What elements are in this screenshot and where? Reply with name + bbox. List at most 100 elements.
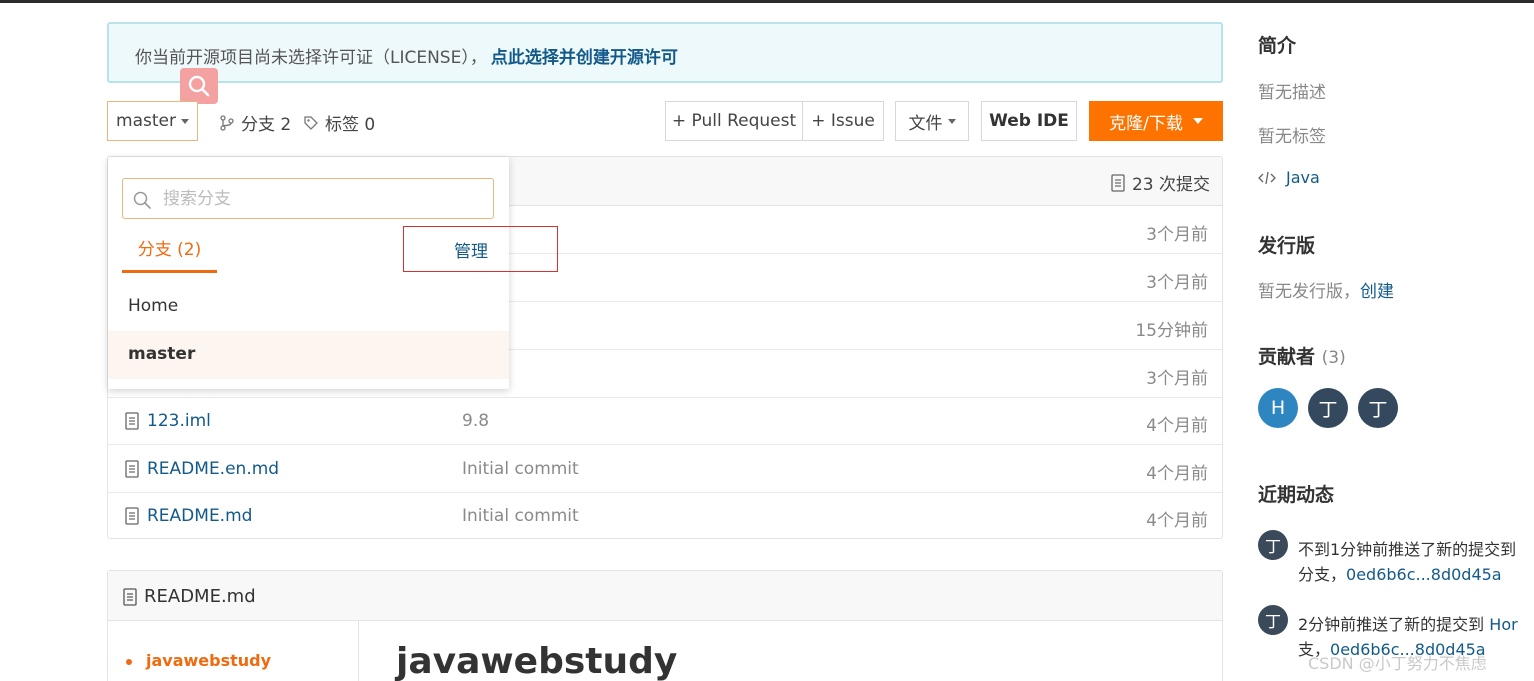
- avatar-initial: 丁: [1368, 398, 1388, 421]
- no-release-text: 暂无发行版，: [1258, 282, 1360, 302]
- readme-title-label: README.md: [144, 586, 256, 607]
- branch-search-field[interactable]: [122, 178, 494, 219]
- avatar-initial: H: [1270, 397, 1286, 419]
- avatar[interactable]: 丁: [1258, 530, 1288, 560]
- license-notice-text: 你当前开源项目尚未选择许可证（LICENSE）， 点此选择并创建开源许可: [135, 43, 678, 68]
- file-link[interactable]: README.en.md: [124, 459, 279, 479]
- branches-count: 分支 2: [241, 115, 292, 135]
- search-icon[interactable]: [180, 68, 218, 104]
- readme-toc: javawebstudy: [108, 621, 359, 681]
- license-notice: 你当前开源项目尚未选择许可证（LICENSE）， 点此选择并创建开源许可: [107, 22, 1223, 83]
- tags-link[interactable]: 标签 0: [303, 110, 375, 135]
- file-name: README.md: [147, 506, 253, 526]
- web-ide-button[interactable]: Web IDE: [981, 101, 1077, 141]
- issue-label: + Issue: [811, 111, 875, 131]
- web-ide-label: Web IDE: [989, 111, 1069, 131]
- branch-item-label: Home: [128, 296, 179, 316]
- pull-request-label: + Pull Request: [671, 111, 797, 131]
- commits-link[interactable]: 23 次提交: [1110, 170, 1210, 195]
- file-menu-label: 文件: [908, 113, 943, 134]
- avatar-initial: 丁: [1264, 537, 1281, 556]
- readme-header: README.md: [108, 571, 1222, 621]
- no-tags: 暂无标签: [1258, 127, 1326, 147]
- branch-item-master[interactable]: master: [108, 331, 509, 379]
- tab-branches[interactable]: 分支 (2): [122, 235, 217, 273]
- language-link[interactable]: Java: [1258, 168, 1320, 187]
- code-icon: [1258, 171, 1276, 184]
- chevron-down-icon: [180, 118, 189, 124]
- chevron-down-icon: [947, 118, 956, 124]
- activity-title: 近期动态: [1258, 484, 1335, 506]
- file-time: 4个月前: [1146, 511, 1208, 531]
- readme-title: README.md: [122, 586, 256, 607]
- file-name: README.en.md: [147, 459, 280, 479]
- file-icon: [125, 507, 139, 525]
- file-time: 3个月前: [1146, 225, 1208, 245]
- avatar[interactable]: 丁: [1358, 388, 1398, 428]
- table-row[interactable]: README.md Initial commit 4个月前: [108, 492, 1222, 540]
- file-time: 4个月前: [1146, 464, 1208, 484]
- commit-message[interactable]: Initial commit: [462, 459, 579, 479]
- branch-icon: [220, 114, 234, 131]
- branch-select-button[interactable]: master: [107, 101, 198, 141]
- intro-title: 简介: [1258, 35, 1297, 57]
- file-icon: [123, 587, 137, 606]
- contributors-count: (3): [1321, 348, 1346, 368]
- file-time: 3个月前: [1146, 273, 1208, 293]
- clone-download-label: 克隆/下载: [1109, 113, 1183, 134]
- tags-count: 标签 0: [325, 115, 376, 135]
- create-license-link[interactable]: 点此选择并创建开源许可: [491, 48, 678, 68]
- issue-button[interactable]: + Issue: [802, 101, 884, 141]
- clone-download-button[interactable]: 克隆/下载: [1089, 101, 1223, 141]
- pull-request-button[interactable]: + Pull Request: [665, 101, 803, 141]
- avatar[interactable]: 丁: [1258, 605, 1288, 635]
- branch-select-label: master: [116, 111, 176, 131]
- activity-text: 2分钟前推送了新的提交到: [1298, 615, 1490, 634]
- watermark: CSDN @小丁努力不焦虑: [1308, 654, 1487, 673]
- avatar[interactable]: H: [1258, 388, 1298, 428]
- commit-message[interactable]: Initial commit: [462, 506, 579, 526]
- chevron-down-icon: [1192, 118, 1203, 124]
- file-menu-button[interactable]: 文件: [895, 101, 969, 141]
- toc-item[interactable]: javawebstudy: [126, 651, 271, 670]
- commit-icon: [1111, 173, 1125, 192]
- release-info: 暂无发行版，创建: [1258, 277, 1394, 302]
- readme-heading: javawebstudy: [396, 641, 678, 681]
- search-icon: [133, 191, 151, 209]
- file-icon: [125, 412, 139, 430]
- create-release-link[interactable]: 创建: [1360, 282, 1394, 302]
- file-link[interactable]: 123.iml: [124, 411, 211, 431]
- tab-branches-label: 分支 (2): [137, 240, 202, 260]
- commit-message[interactable]: 9.8: [462, 411, 489, 431]
- branch-search-input[interactable]: [163, 185, 483, 213]
- contributors-title: 贡献者 (3): [1258, 342, 1346, 369]
- branches-link[interactable]: 分支 2: [219, 110, 291, 135]
- file-time: 15分钟前: [1135, 321, 1208, 341]
- release-title: 发行版: [1258, 235, 1316, 257]
- avatar-initial: 丁: [1264, 612, 1281, 631]
- file-time: 3个月前: [1146, 369, 1208, 389]
- activity-text: 不到1分钟前推送了新的提交到: [1298, 540, 1517, 559]
- readme-panel: README.md javawebstudy javawebstudy: [107, 570, 1223, 681]
- avatar[interactable]: 丁: [1308, 388, 1348, 428]
- branch-dropdown: 分支 (2) 管理 Home master: [108, 157, 558, 389]
- avatar-initial: 丁: [1318, 398, 1338, 421]
- commit-hash-link[interactable]: 0ed6b6c...8d0d45a: [1346, 565, 1502, 584]
- file-icon: [125, 460, 139, 478]
- manage-branches-link[interactable]: 管理: [454, 237, 488, 262]
- language-label: Java: [1286, 168, 1320, 187]
- table-row[interactable]: 123.iml 9.8 4个月前: [108, 397, 1222, 445]
- file-name: 123.iml: [147, 411, 211, 431]
- no-description: 暂无描述: [1258, 83, 1326, 103]
- top-border: [0, 0, 1534, 3]
- commits-count: 23 次提交: [1131, 175, 1210, 195]
- file-time: 4个月前: [1146, 416, 1208, 436]
- branch-link[interactable]: Hor: [1489, 615, 1517, 634]
- file-link[interactable]: README.md: [124, 506, 252, 526]
- tag-icon: [304, 115, 318, 130]
- contributors-title-label: 贡献者: [1258, 346, 1316, 368]
- activity-item: 丁 不到1分钟前推送了新的提交到 分支，0ed6b6c...8d0d45a: [1258, 530, 1534, 590]
- table-row[interactable]: README.en.md Initial commit 4个月前: [108, 445, 1222, 493]
- branch-item-home[interactable]: Home: [108, 283, 509, 331]
- activity-text: 分支，: [1298, 565, 1347, 584]
